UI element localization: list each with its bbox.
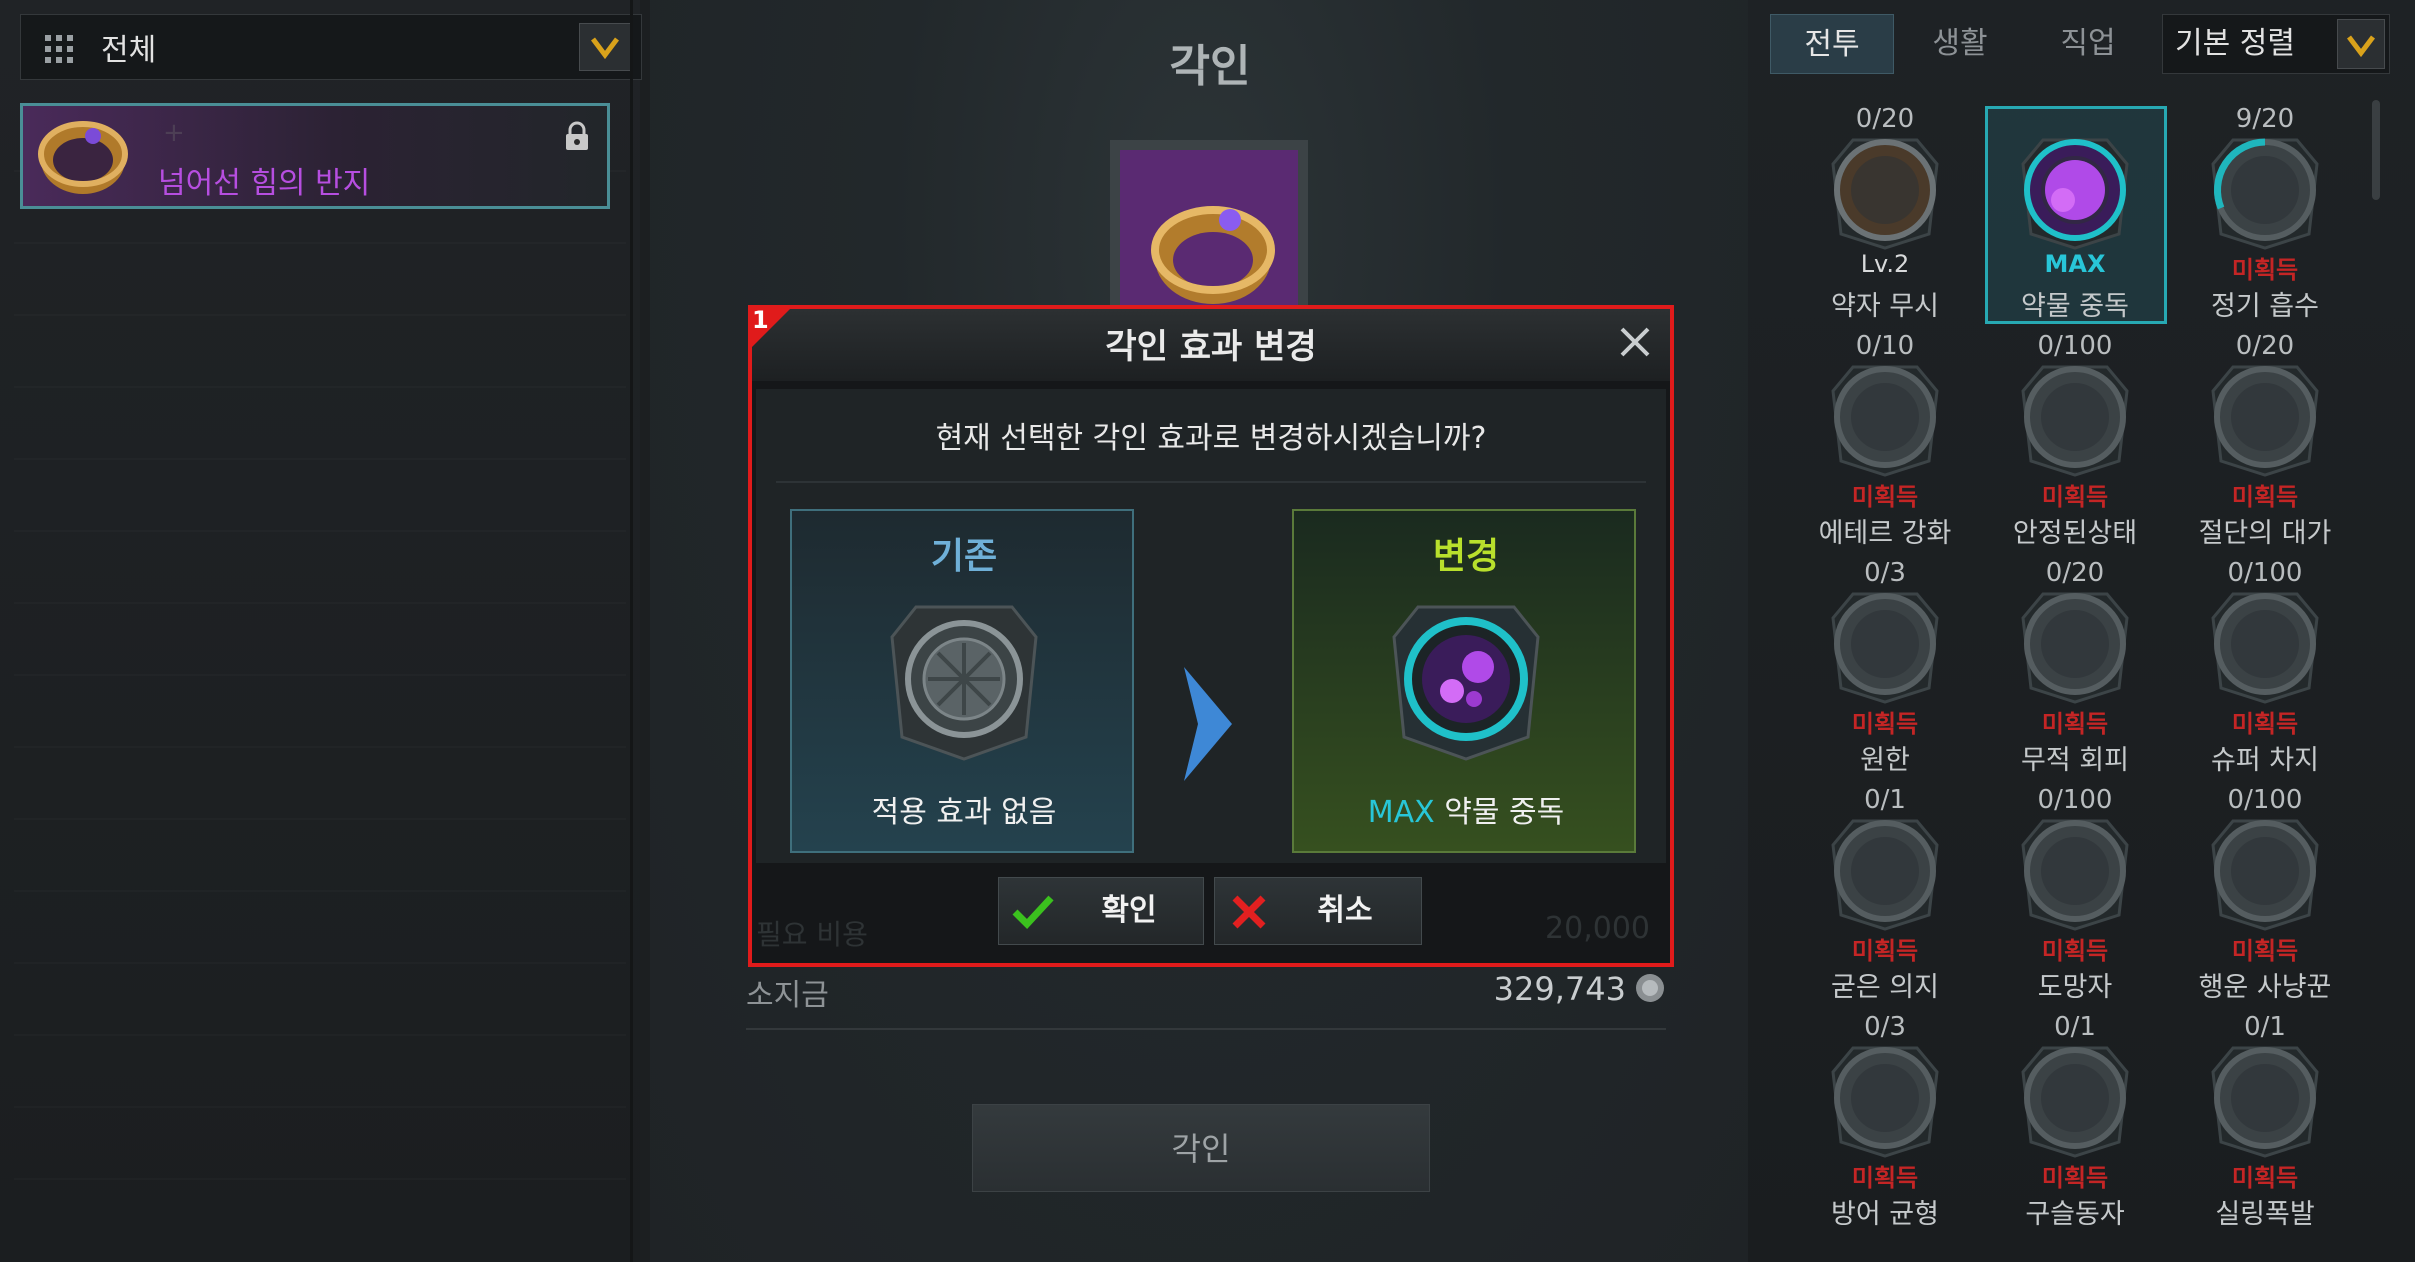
engraving-item[interactable]: 0/100 미획득 안정된상태	[1980, 327, 2170, 555]
emblem-icon	[2205, 357, 2325, 477]
emblem-icon	[2205, 130, 2325, 250]
ring-icon	[33, 110, 133, 204]
sort-label: 기본 정렬	[2175, 26, 2295, 61]
annotation-highlight	[748, 305, 1674, 967]
engraving-status: 미획득	[2231, 937, 2299, 965]
engraving-name: 굳은 의지	[1831, 972, 1939, 1003]
lock-icon	[561, 120, 593, 152]
annotation-number: 1	[752, 306, 769, 334]
item-name: 넘어선 힘의 반지	[158, 166, 371, 201]
sort-dropdown[interactable]: 기본 정렬	[2162, 14, 2390, 74]
engraving-name: 슈퍼 차지	[2211, 745, 2319, 776]
emblem-icon	[2205, 1038, 2325, 1158]
engraving-status: 미획득	[2231, 1164, 2299, 1192]
engraving-name: 안정된상태	[2012, 518, 2138, 549]
engraving-grid: 0/20 Lv.2 약자 무시 MAX 약물 중독 9/20 미획득 정기 흡수 0/10 미획득…	[1790, 100, 2360, 1262]
engraving-item[interactable]: 0/1 미획득 구슬동자	[1980, 1008, 2170, 1236]
engraving-item[interactable]: 0/100 미획득 슈퍼 차지	[2170, 554, 2360, 782]
engraving-status: 미획득	[2041, 710, 2109, 738]
emblem-icon	[2015, 130, 2135, 250]
emblem-icon	[2205, 811, 2325, 931]
emblem-icon	[2015, 357, 2135, 477]
engraving-name: 실링폭발	[2215, 1199, 2315, 1230]
chevron-down-icon[interactable]	[579, 23, 631, 71]
money-value: 329,743	[1493, 970, 1626, 1008]
ring-icon	[1138, 170, 1288, 320]
engraving-status: MAX	[2044, 250, 2106, 278]
engraving-name: 도망자	[2037, 972, 2113, 1003]
engraving-name: 약물 중독	[2021, 291, 2129, 322]
emblem-icon	[2015, 811, 2135, 931]
panel-divider	[630, 0, 633, 1262]
engraving-item[interactable]: 9/20 미획득 정기 흡수	[2170, 100, 2360, 328]
engraving-name: 정기 흡수	[2211, 291, 2319, 322]
engraving-item[interactable]: 0/10 미획득 에테르 강화	[1790, 327, 1980, 555]
engraving-name: 행운 사냥꾼	[2198, 972, 2332, 1003]
filter-label: 전체	[101, 33, 157, 68]
emblem-icon	[2205, 584, 2325, 704]
chevron-down-icon[interactable]	[2337, 19, 2385, 69]
emblem-icon	[1825, 130, 1945, 250]
engraving-item[interactable]: 0/100 미획득 도망자	[1980, 781, 2170, 1009]
page-title-text: 각인	[1169, 41, 1251, 92]
money-label: 소지금	[746, 978, 829, 1013]
tab-life[interactable]: 생활	[1898, 14, 2022, 74]
engraving-name: 무적 회피	[2021, 745, 2129, 776]
engraving-name: 절단의 대가	[2198, 518, 2332, 549]
item-plus-level: +	[163, 118, 185, 148]
grid-icon	[45, 35, 73, 63]
engraving-name: 구슬동자	[2025, 1199, 2125, 1230]
engraving-status: 미획득	[2231, 256, 2299, 284]
engraving-status: 미획득	[1851, 710, 1919, 738]
emblem-icon	[1825, 584, 1945, 704]
tab-job[interactable]: 직업	[2026, 14, 2150, 74]
engraving-name: 약자 무시	[1831, 291, 1939, 322]
category-tabs: 전투 생활 직업 기본 정렬	[1770, 14, 2390, 74]
engraving-status: 미획득	[2231, 483, 2299, 511]
engraving-status: 미획득	[2041, 937, 2109, 965]
engraving-status: 미획득	[2041, 1164, 2109, 1192]
engraving-status: 미획득	[2231, 710, 2299, 738]
engraving-status: 미획득	[2041, 483, 2109, 511]
list-item[interactable]: + 넘어선 힘의 반지	[20, 103, 610, 209]
emblem-icon	[1825, 357, 1945, 477]
divider	[746, 1028, 1666, 1030]
engraving-status: 미획득	[1851, 1164, 1919, 1192]
emblem-icon	[1825, 811, 1945, 931]
engraving-item[interactable]: 0/1 미획득 실링폭발	[2170, 1008, 2360, 1236]
emblem-icon	[2015, 584, 2135, 704]
engraving-status: 미획득	[1851, 937, 1919, 965]
tab-combat[interactable]: 전투	[1770, 14, 1894, 74]
engraving-status: Lv.2	[1860, 250, 1910, 278]
emblem-icon	[2015, 1038, 2135, 1158]
engraving-item[interactable]: MAX 약물 중독	[1980, 100, 2170, 328]
engraving-name: 방어 균형	[1831, 1199, 1939, 1230]
engraving-item[interactable]: 0/1 미획득 굳은 의지	[1790, 781, 1980, 1009]
engraving-item[interactable]: 0/20 미획득 절단의 대가	[2170, 327, 2360, 555]
engrave-button[interactable]: 각인	[972, 1104, 1430, 1192]
engraving-item[interactable]: 0/3 미획득 원한	[1790, 554, 1980, 782]
emblem-icon	[1825, 1038, 1945, 1158]
engraving-item[interactable]: 0/20 Lv.2 약자 무시	[1790, 100, 1980, 328]
scrollbar[interactable]	[2372, 100, 2380, 200]
filter-dropdown[interactable]: 전체	[20, 14, 642, 80]
engraving-status: 미획득	[1851, 483, 1919, 511]
item-list	[14, 100, 626, 1240]
coin-icon	[1634, 972, 1666, 1004]
engraving-item[interactable]: 0/20 미획득 무적 회피	[1980, 554, 2170, 782]
engraving-item[interactable]: 0/100 미획득 행운 사냥꾼	[2170, 781, 2360, 1009]
engraving-name: 에테르 강화	[1818, 518, 1952, 549]
engraving-item[interactable]: 0/3 미획득 방어 균형	[1790, 1008, 1980, 1236]
engraving-name: 원한	[1860, 745, 1910, 776]
money-row: 소지금 329,743	[746, 970, 1666, 1018]
